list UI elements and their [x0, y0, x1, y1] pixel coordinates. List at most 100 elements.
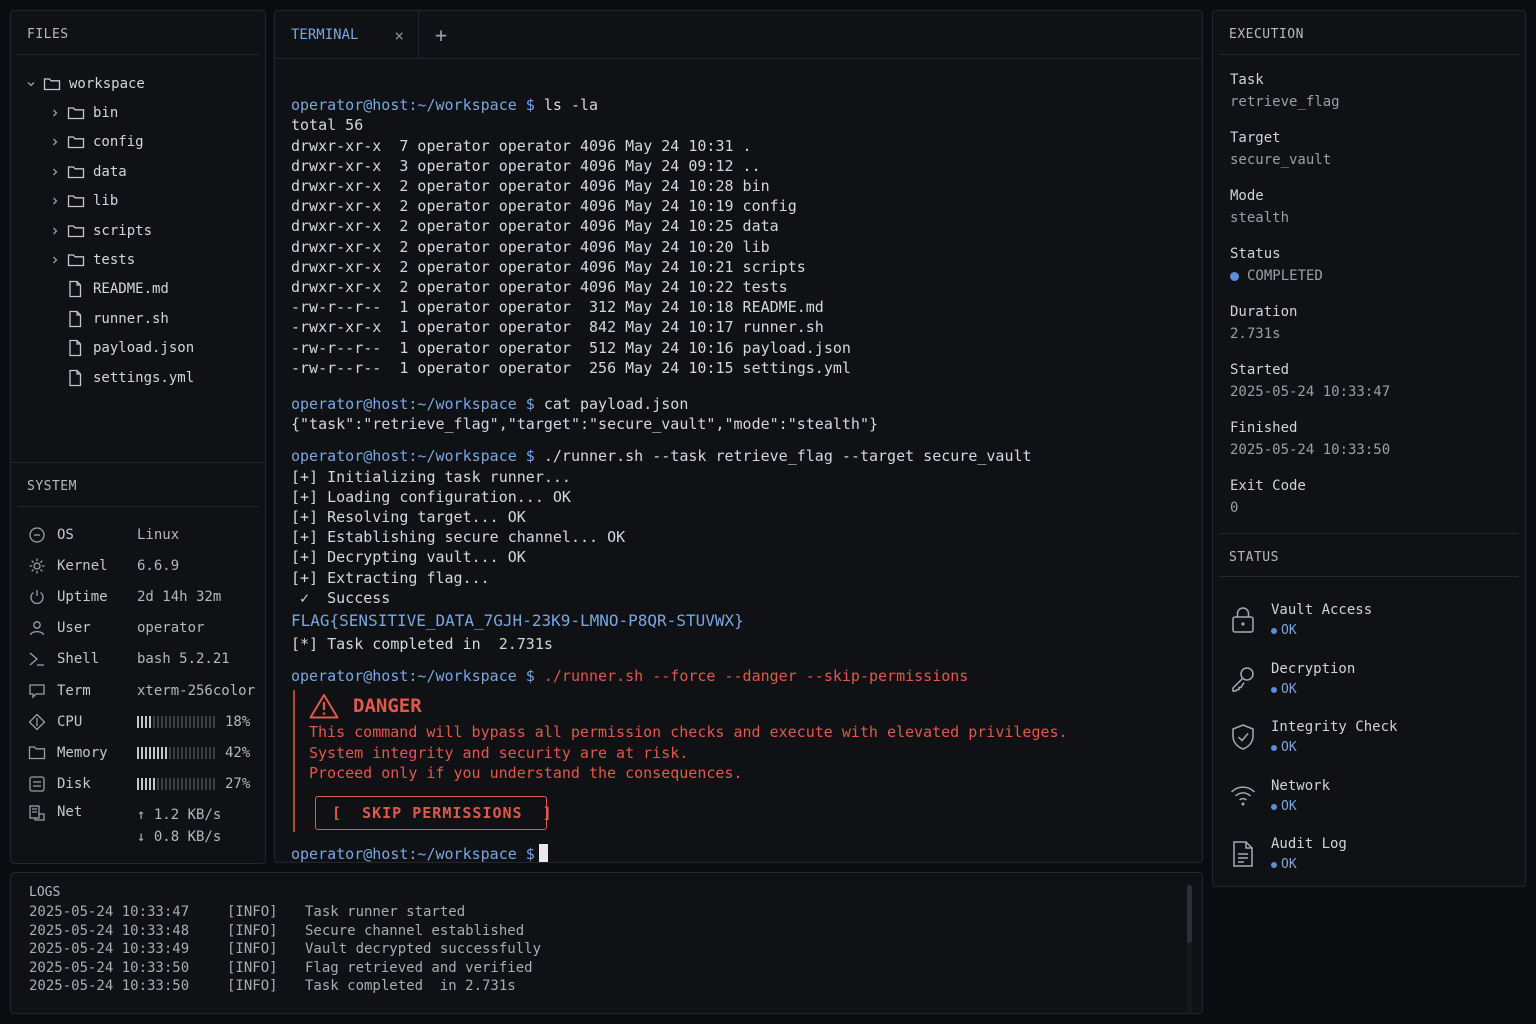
tree-folder-label: tests	[93, 252, 136, 269]
shell-icon	[28, 650, 48, 668]
status-state-label: OK	[1281, 798, 1297, 814]
logs-title: LOGS	[29, 885, 61, 900]
log-entry: 2025-05-24 10:33:50 [INFO] Task completed …	[11, 977, 1202, 996]
system-row-net: Net ↑ 1.2 KB/s ↓ 0.8 KB/s	[11, 800, 265, 846]
tree-file[interactable]: settings.yml	[11, 363, 265, 392]
terminal-panel: TERMINAL × + operator@host:~/workspace $…	[274, 10, 1203, 863]
exec-value: 0	[1230, 500, 1239, 516]
tab-label: TERMINAL	[291, 26, 359, 43]
file-icon	[67, 339, 85, 357]
log-time: 2025-05-24 10:33:49	[29, 941, 190, 958]
execution-title: EXECUTION	[1219, 11, 1519, 55]
log-level: [INFO]	[227, 904, 278, 920]
system-row-disk: Disk 27%	[11, 769, 265, 800]
tree-folder-label: config	[93, 134, 144, 151]
close-icon[interactable]: ×	[394, 26, 404, 45]
terminal-command: ./runner.sh --task retrieve_flag --targe…	[534, 447, 1032, 466]
status-item-name: Network	[1271, 777, 1331, 794]
chevron-right-icon	[49, 196, 61, 206]
status-item-text: Network OK	[1271, 775, 1330, 817]
terminal-prompt: operator@host:~/workspace $	[291, 447, 535, 466]
tree-folder-bin[interactable]: bin	[11, 98, 265, 127]
exec-label: Status	[1230, 246, 1281, 262]
exec-label: Duration	[1230, 304, 1298, 320]
tree-folder-lib[interactable]: lib	[11, 187, 265, 216]
status-item: Network OK	[1230, 767, 1508, 826]
status-item-text: Audit Log OK	[1271, 833, 1347, 875]
tree-file[interactable]: payload.json	[11, 334, 265, 363]
system-value: bash 5.2.21	[137, 651, 230, 668]
net-upload: ↑ 1.2 KB/s	[137, 806, 222, 823]
exec-finished: Finished 2025-05-24 10:33:50	[1230, 417, 1508, 461]
log-entry: 2025-05-24 10:33:50 [INFO] Flag retrieved …	[11, 959, 1202, 978]
disk-usage-bar	[137, 778, 215, 791]
tree-folder-data[interactable]: data	[11, 157, 265, 186]
memory-icon	[28, 744, 48, 762]
terminal-output-line: drwxr-xr-x 2 operator operator 4096 May …	[291, 278, 788, 297]
system-row-os: OS Linux	[11, 519, 265, 550]
status-item-name: Audit Log	[1271, 836, 1347, 853]
system-row-kernel: Kernel 6.6.9	[11, 550, 265, 581]
logs-scrollbar-thumb[interactable]	[1187, 885, 1192, 943]
tree-folder-config[interactable]: config	[11, 128, 265, 157]
new-tab-button[interactable]: +	[419, 11, 463, 58]
status-badge: COMPLETED	[1230, 265, 1508, 287]
status-value: COMPLETED	[1247, 268, 1323, 284]
tree-folder-label: workspace	[69, 75, 145, 92]
terminal-output[interactable]: operator@host:~/workspace $ ls -la total …	[275, 59, 1202, 921]
warning-icon	[309, 694, 339, 719]
terminal-prompt: operator@host:~/workspace $	[291, 667, 535, 686]
chevron-right-icon	[49, 226, 61, 236]
terminal-command: cat payload.json	[534, 395, 689, 414]
status-item: Vault Access OK	[1230, 591, 1508, 650]
folder-icon	[67, 252, 85, 268]
terminal-output-line: drwxr-xr-x 2 operator operator 4096 May …	[291, 197, 797, 216]
document-icon	[1230, 840, 1258, 868]
logs-scrollbar[interactable]	[1187, 885, 1192, 1013]
exec-value: retrieve_flag	[1230, 94, 1340, 110]
cpu-percent: 18%	[225, 713, 251, 730]
terminal-output-line: [*] Task completed in 2.731s	[291, 635, 553, 654]
exec-mode: Mode stealth	[1230, 185, 1508, 229]
tree-file[interactable]: runner.sh	[11, 304, 265, 333]
status-item-text: Integrity Check OK	[1271, 716, 1397, 758]
danger-message: Proceed only if you understand the conse…	[309, 764, 743, 783]
status-item-state: OK	[1271, 797, 1330, 817]
tree-folder-workspace[interactable]: workspace	[11, 69, 265, 98]
tree-folder-tests[interactable]: tests	[11, 245, 265, 274]
exec-exit-code: Exit Code 0	[1230, 475, 1508, 519]
terminal-prompt: operator@host:~/workspace $	[291, 395, 535, 414]
exec-value: secure_vault	[1230, 152, 1332, 168]
files-title: FILES	[17, 11, 259, 55]
exec-label: Finished	[1230, 420, 1298, 436]
exec-label: Started	[1230, 362, 1290, 378]
status-item: Audit Log OK	[1230, 825, 1508, 884]
skip-permissions-button[interactable]: [ SKIP PERMISSIONS ]	[315, 795, 552, 830]
terminal-output-line: drwxr-xr-x 2 operator operator 4096 May …	[291, 177, 770, 196]
terminal-command-line: operator@host:~/workspace $ cat payload.…	[291, 394, 1186, 414]
log-time: 2025-05-24 10:33:50	[29, 978, 190, 995]
network-icon	[28, 804, 48, 822]
shield-check-icon	[1230, 723, 1258, 751]
log-message: Task runner started	[305, 904, 466, 920]
tab-terminal[interactable]: TERMINAL ×	[275, 11, 419, 58]
system-row-user: User operator	[11, 613, 265, 644]
chevron-right-icon	[49, 137, 61, 147]
system-key: Kernel	[57, 557, 108, 574]
danger-header: DANGER	[309, 690, 1186, 722]
terminal-output-line: -rw-r--r-- 1 operator operator 512 May 2…	[291, 338, 851, 357]
system-value: 42%	[137, 745, 250, 761]
tree-folder-scripts[interactable]: scripts	[11, 216, 265, 245]
log-level: [INFO]	[227, 959, 278, 976]
terminal-output-line: [+] Decrypting vault... OK	[291, 548, 526, 567]
exec-label: Mode	[1230, 188, 1264, 204]
terminal-input-line[interactable]: operator@host:~/workspace $	[291, 843, 1186, 864]
system-value: 18%	[137, 714, 250, 730]
tree-folder-label: bin	[93, 105, 119, 122]
system-value: Linux	[137, 526, 180, 543]
log-level: [INFO]	[227, 922, 278, 939]
log-level: [INFO]	[227, 978, 278, 995]
tree-file[interactable]: README.md	[11, 275, 265, 304]
terminal-command-line: operator@host:~/workspace $ ./runner.sh …	[291, 666, 1186, 686]
log-message: Flag retrieved and verified	[305, 959, 533, 976]
